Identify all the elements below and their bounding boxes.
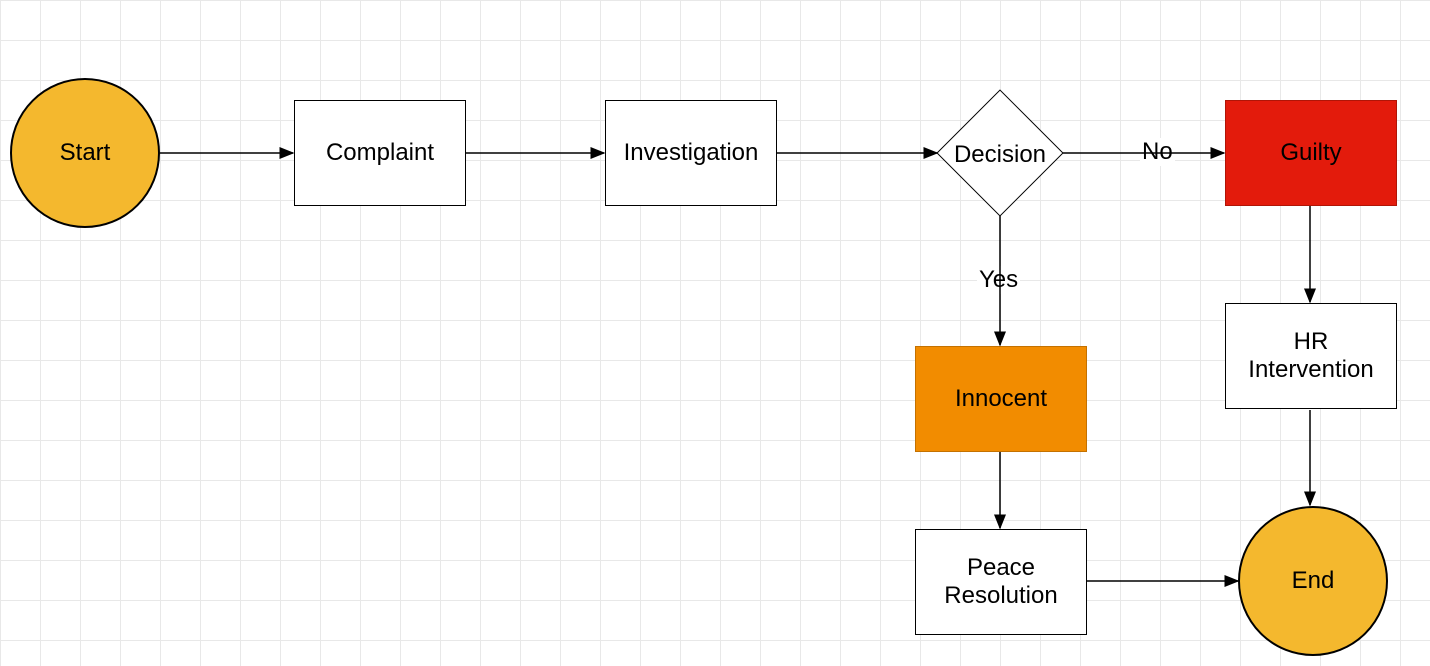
- node-innocent-label: Innocent: [955, 385, 1047, 413]
- node-guilty[interactable]: Guilty: [1225, 100, 1397, 206]
- node-complaint[interactable]: Complaint: [294, 100, 466, 206]
- flowchart-canvas: Start Complaint Investigation Decision G…: [0, 0, 1430, 666]
- node-investigation-label: Investigation: [624, 139, 759, 167]
- node-guilty-label: Guilty: [1280, 139, 1341, 167]
- node-start[interactable]: Start: [10, 78, 160, 228]
- edge-label-yes-text: Yes: [979, 266, 1018, 293]
- node-complaint-label: Complaint: [326, 139, 434, 167]
- node-end-label: End: [1292, 567, 1335, 595]
- node-hr-intervention[interactable]: HR Intervention: [1225, 303, 1397, 409]
- edge-label-yes: Yes: [977, 266, 1020, 294]
- node-peace-resolution-label: Peace Resolution: [920, 554, 1082, 609]
- node-start-label: Start: [60, 139, 111, 167]
- node-investigation[interactable]: Investigation: [605, 100, 777, 206]
- node-hr-intervention-label: HR Intervention: [1230, 328, 1392, 383]
- edge-label-no-text: No: [1142, 138, 1173, 165]
- node-innocent[interactable]: Innocent: [915, 346, 1087, 452]
- edge-label-no: No: [1140, 138, 1175, 166]
- node-end[interactable]: End: [1238, 506, 1388, 656]
- node-decision[interactable]: [936, 89, 1063, 216]
- node-peace-resolution[interactable]: Peace Resolution: [915, 529, 1087, 635]
